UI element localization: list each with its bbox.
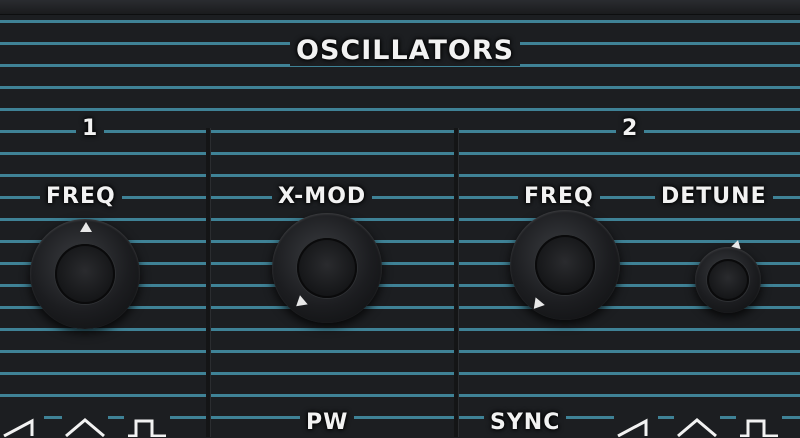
osc1-freq-pointer (80, 222, 92, 232)
detune-label: DETUNE (655, 182, 773, 212)
knob-cap (55, 244, 115, 304)
section-divider (454, 128, 458, 437)
knob-cap (707, 259, 749, 301)
osc2-freq-label: FREQ (518, 182, 600, 212)
osc2-freq-knob[interactable] (510, 210, 620, 320)
square-icon[interactable] (124, 415, 170, 437)
osc1-freq-label: FREQ (40, 182, 122, 212)
osc2-number: 2 (616, 114, 645, 144)
triangle-icon[interactable] (62, 415, 108, 437)
section-divider (206, 128, 210, 437)
detune-knob[interactable] (695, 247, 761, 313)
pw-label: PW (300, 408, 355, 438)
top-frame (0, 0, 800, 15)
sawtooth-icon[interactable] (614, 415, 658, 437)
knob-cap (535, 235, 595, 295)
triangle-icon[interactable] (674, 415, 720, 437)
section-title: OSCILLATORS (290, 36, 521, 66)
knob-cap (297, 238, 357, 298)
square-icon[interactable] (736, 415, 782, 437)
xmod-label: X-MOD (272, 182, 373, 212)
osc1-number: 1 (76, 114, 105, 144)
osc1-freq-knob[interactable] (30, 219, 140, 329)
xmod-knob[interactable] (272, 213, 382, 323)
sync-label: SYNC (484, 408, 567, 438)
sawtooth-icon[interactable] (0, 415, 44, 437)
